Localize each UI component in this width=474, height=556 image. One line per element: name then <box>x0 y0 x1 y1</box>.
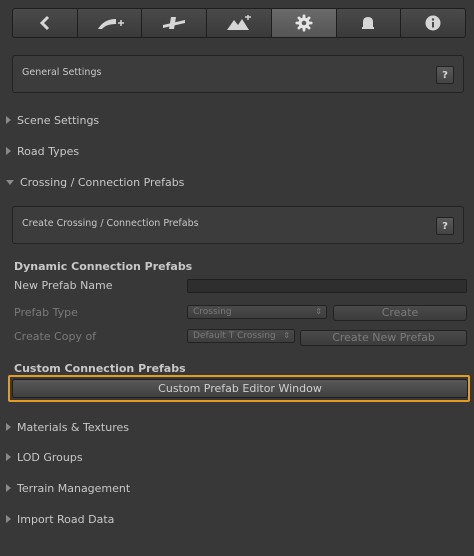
create-copy-label: Create Copy of <box>14 330 97 343</box>
foldout-label: Scene Settings <box>17 113 100 127</box>
foldout-label: Import Road Data <box>17 512 115 526</box>
foldout-arrow-icon <box>6 147 11 155</box>
foldout-label: Materials & Textures <box>17 420 129 434</box>
crossing-button[interactable] <box>142 9 208 37</box>
general-settings-box: General Settings ? <box>12 55 464 93</box>
foldout-terrain[interactable]: Terrain Management <box>6 480 130 496</box>
foldout-import[interactable]: Import Road Data <box>6 511 114 527</box>
new-prefab-name-label: New Prefab Name <box>14 279 113 292</box>
create-crossing-box: Create Crossing / Connection Prefabs ? <box>12 206 464 244</box>
foldout-scene-settings[interactable]: Scene Settings <box>6 112 99 128</box>
gear-icon <box>295 14 313 32</box>
foldout-lod-groups[interactable]: LOD Groups <box>6 449 83 465</box>
notifications-button[interactable] <box>337 9 402 37</box>
foldout-arrow-icon <box>6 179 14 185</box>
create-copy-value: Default T Crossing <box>193 331 276 341</box>
foldout-arrow-icon <box>6 515 11 523</box>
dropdown-caret-icon: ⇕ <box>283 331 290 340</box>
create-crossing-title: Create Crossing / Connection Prefabs <box>22 218 199 229</box>
road-add-icon <box>97 19 124 29</box>
create-button[interactable]: Create <box>333 305 467 321</box>
create-crossing-help-button[interactable]: ? <box>436 217 454 235</box>
toolbar <box>12 8 466 38</box>
foldout-arrow-icon <box>6 423 11 431</box>
settings-tab[interactable] <box>271 9 337 37</box>
create-new-prefab-button[interactable]: Create New Prefab <box>300 330 467 346</box>
info-icon <box>425 15 441 31</box>
foldout-label: Terrain Management <box>17 481 131 495</box>
foldout-label: Crossing / Connection Prefabs <box>20 175 185 189</box>
foldout-label: LOD Groups <box>17 450 83 464</box>
foldout-arrow-icon <box>6 484 11 492</box>
foldout-crossing-prefabs[interactable]: Crossing / Connection Prefabs <box>6 174 184 190</box>
general-settings-help-button[interactable]: ? <box>436 66 454 84</box>
add-road-button[interactable] <box>78 9 143 37</box>
foldout-arrow-icon <box>6 453 11 461</box>
foldout-arrow-icon <box>6 116 11 124</box>
crossing-icon <box>163 17 186 29</box>
general-settings-title: General Settings <box>22 67 102 78</box>
foldout-label: Road Types <box>17 144 80 158</box>
custom-prefab-editor-button[interactable]: Custom Prefab Editor Window <box>12 379 468 398</box>
prefab-type-dropdown[interactable]: Crossing ⇕ <box>187 305 327 319</box>
back-arrow-icon <box>39 15 49 31</box>
prefab-type-value: Crossing <box>193 307 232 317</box>
terrain-button[interactable] <box>207 9 272 37</box>
custom-section-title: Custom Connection Prefabs <box>14 362 186 375</box>
back-button[interactable] <box>13 9 78 37</box>
foldout-materials[interactable]: Materials & Textures <box>6 419 129 435</box>
dropdown-caret-icon: ⇕ <box>315 307 322 316</box>
terrain-icon <box>227 15 252 30</box>
bell-icon <box>362 17 375 29</box>
create-copy-dropdown[interactable]: Default T Crossing ⇕ <box>187 329 295 343</box>
prefab-type-label: Prefab Type <box>14 306 78 319</box>
info-button[interactable] <box>401 9 465 37</box>
foldout-road-types[interactable]: Road Types <box>6 143 79 159</box>
dynamic-section-title: Dynamic Connection Prefabs <box>14 260 193 273</box>
new-prefab-name-input[interactable] <box>187 279 467 293</box>
